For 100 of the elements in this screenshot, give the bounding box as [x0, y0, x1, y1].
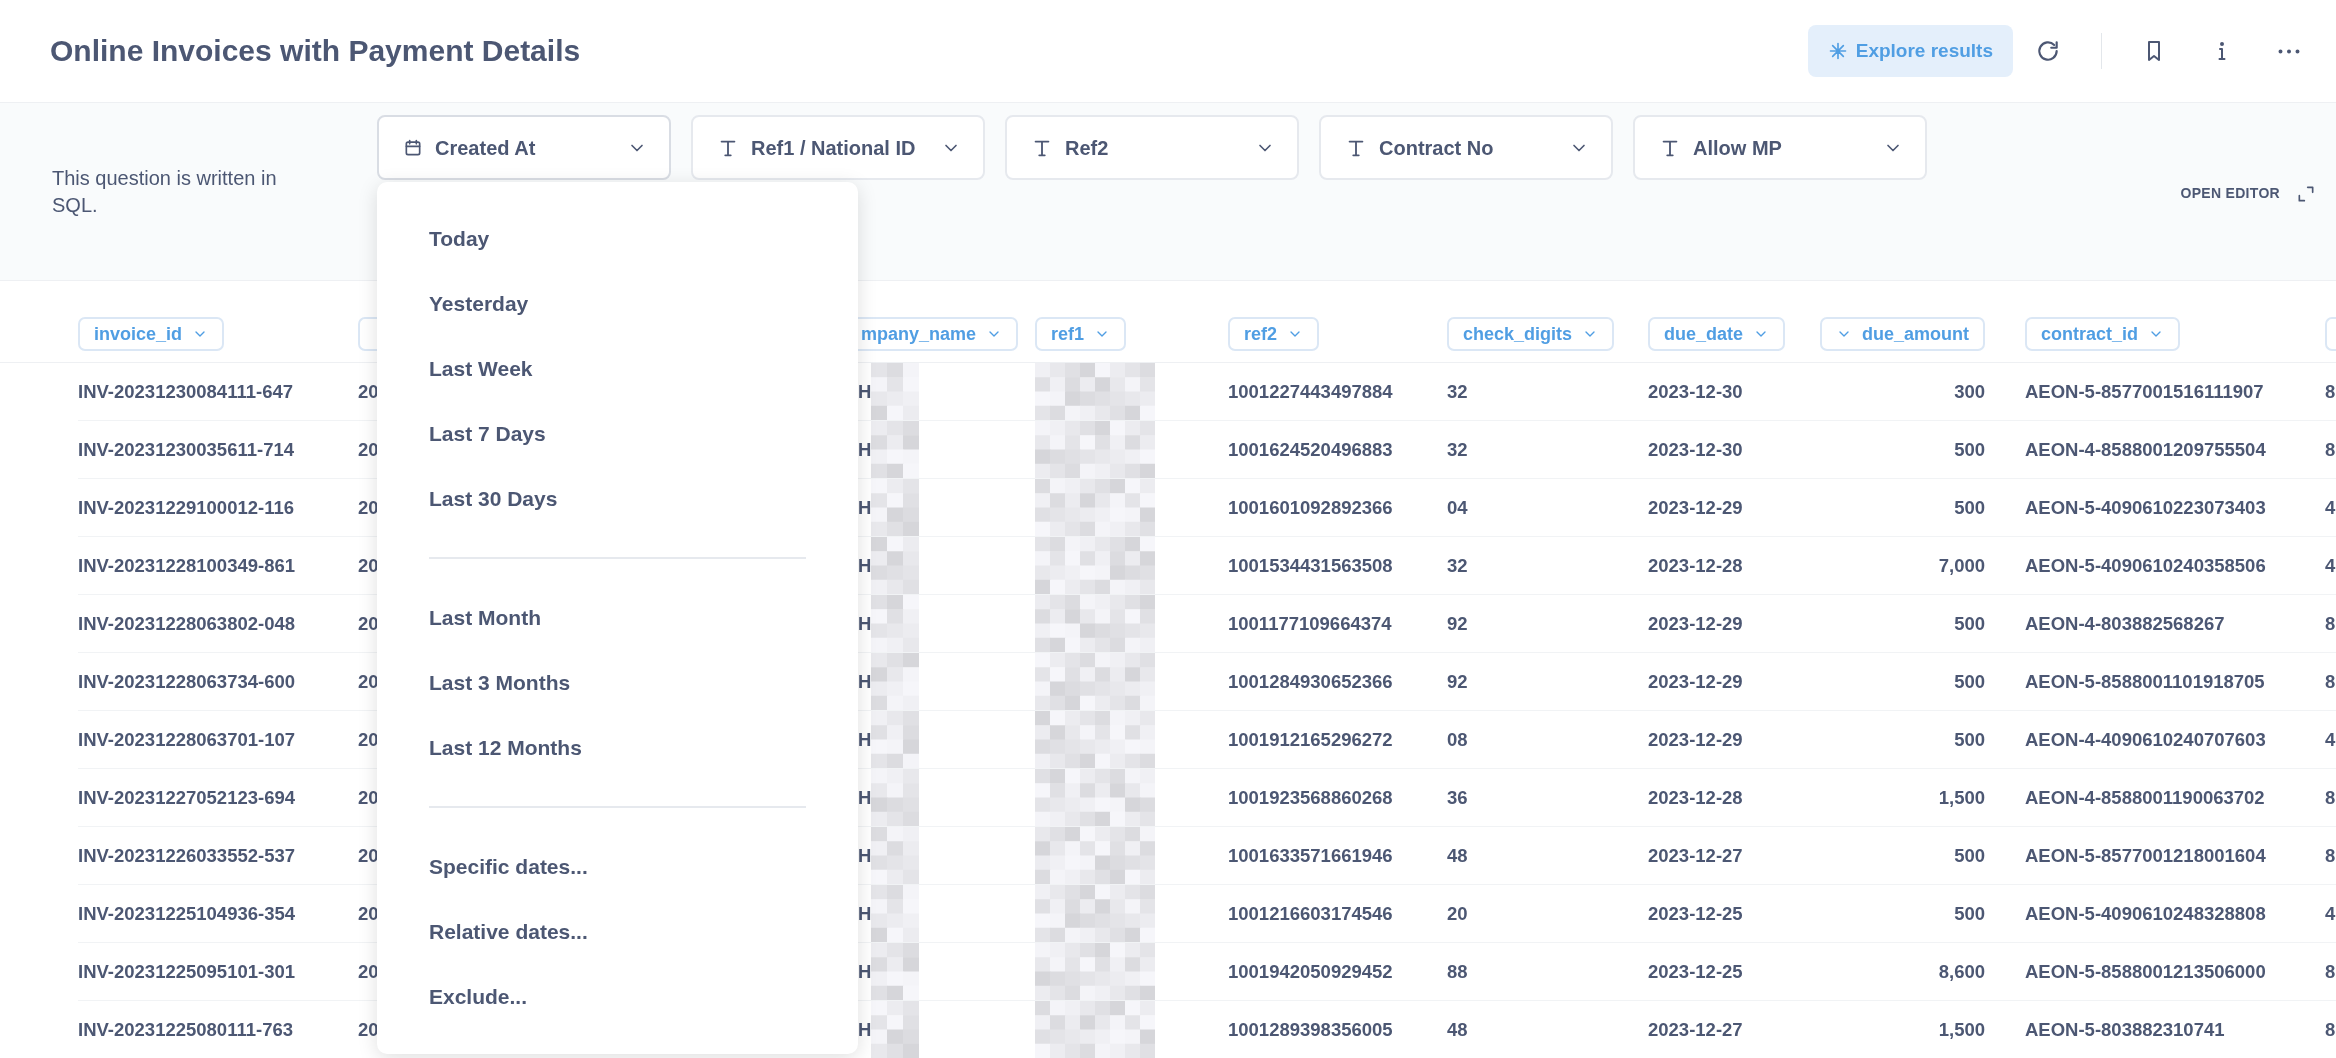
table-cell-text: 2023-12-29 — [1648, 727, 1743, 752]
table-cell-text: 1001942050929452 — [1228, 959, 1393, 984]
menu-option[interactable]: Last 7 Days — [377, 401, 858, 466]
sql-note: This question is written in SQL. — [52, 166, 278, 218]
table-cell-text: 1001289398356005 — [1228, 1017, 1393, 1042]
filter-dropdown[interactable]: Ref1 / National ID — [691, 115, 985, 180]
menu-option[interactable]: Last 3 Months — [377, 650, 858, 715]
menu-option[interactable]: Yesterday — [377, 271, 858, 336]
table-cell-text: 500 — [1954, 611, 1985, 636]
table-cell-text: 2023-12-25 — [1648, 901, 1743, 926]
table-cell-text: H — [858, 843, 872, 868]
menu-option[interactable]: Last Week — [377, 336, 858, 401]
table-cell-text: 7,000 — [1938, 553, 1985, 578]
table-cell-text: 1,500 — [1938, 785, 1985, 810]
table-cell-text: 8 — [2325, 669, 2336, 694]
menu-option[interactable]: Exclude... — [377, 964, 858, 1029]
menu-option[interactable]: Last Month — [377, 585, 858, 650]
table-cell-text: 2023-12-29 — [1648, 495, 1743, 520]
table-cell-text: 4 — [2325, 495, 2336, 520]
table-cell-text: 1001624520496883 — [1228, 437, 1393, 462]
table-cell-text: 20 — [1447, 901, 1468, 926]
filter-dropdown[interactable]: Created At — [377, 115, 671, 180]
table-cell-text: 8 — [2325, 437, 2336, 462]
table-cell-text: 2023-12-27 — [1648, 843, 1743, 868]
table-cell-text: 4 — [2325, 727, 2336, 752]
table-cell-text: AEON-5-803882310741 — [2025, 1017, 2225, 1042]
table-cell-text: 1001284930652366 — [1228, 669, 1393, 694]
more-icon — [2278, 48, 2300, 54]
table-cell-text: INV-20231226033552-537 — [78, 843, 296, 868]
table-cell-text: 20 — [358, 843, 379, 868]
table-cell-text: 20 — [358, 379, 379, 404]
table-cell-text: 2023-12-30 — [1648, 437, 1743, 462]
table-cell-text: 20 — [358, 495, 379, 520]
table-cell-text: 500 — [1954, 437, 1985, 462]
table-cell-text: 20 — [358, 1017, 379, 1042]
table-cell-text: 8,600 — [1938, 959, 1985, 984]
table-cell-text: 48 — [1447, 1017, 1468, 1042]
menu-option[interactable]: Last 30 Days — [377, 466, 858, 531]
table-cell-text: AEON-4-4090610240707603 — [2025, 727, 2266, 752]
table-cell-text: 8 — [2325, 611, 2336, 636]
table-cell-text: 2023-12-28 — [1648, 785, 1743, 810]
menu-option[interactable]: Specific dates... — [377, 834, 858, 899]
table-cell-text: H — [858, 553, 872, 578]
table-cell-text: AEON-5-4090610223073403 — [2025, 495, 2266, 520]
table-cell-text: 2023-12-28 — [1648, 553, 1743, 578]
table-cell-text: H — [858, 959, 872, 984]
table-cell-text: H — [858, 1017, 872, 1042]
table-cell-text: 300 — [1954, 379, 1985, 404]
table-cell-text: INV-20231228063802-048 — [78, 611, 296, 636]
table-cell-text: 8 — [2325, 959, 2336, 984]
sparkle-icon — [1827, 41, 1848, 61]
menu-option[interactable]: Last 12 Months — [377, 715, 858, 780]
table-cell-text: 20 — [358, 901, 379, 926]
menu-option[interactable]: Relative dates... — [377, 899, 858, 964]
table-cell-text: 32 — [1447, 553, 1468, 578]
table-cell-text: H — [858, 437, 872, 462]
table-cell-text: 1001534431563508 — [1228, 553, 1393, 578]
table-cell-text: AEON-5-4090610240358506 — [2025, 553, 2266, 578]
filter-dropdown[interactable]: Contract No — [1319, 115, 1613, 180]
table-cell-text: 500 — [1954, 669, 1985, 694]
table-cell-text: 4 — [2325, 901, 2336, 926]
table-cell-text: 08 — [1447, 727, 1468, 752]
table-cell-text: 48 — [1447, 843, 1468, 868]
table-cell-text: 92 — [1447, 669, 1468, 694]
filter-dropdown[interactable]: Ref2 — [1005, 115, 1299, 180]
table-cell-text: 500 — [1954, 727, 1985, 752]
table-cell-text: 2023-12-30 — [1648, 379, 1743, 404]
table-cell-text: 8 — [2325, 785, 2336, 810]
table-cell-text: 20 — [358, 611, 379, 636]
table-cell-text: 2023-12-29 — [1648, 611, 1743, 636]
table-cell-text: INV-20231230084111-647 — [78, 379, 293, 404]
table-cell-text: 8 — [2325, 379, 2336, 404]
table-cell-text: 2023-12-29 — [1648, 669, 1743, 694]
table-cell-text: AEON-5-4090610248328808 — [2025, 901, 2266, 926]
table-cell-text: H — [858, 727, 872, 752]
table-cell-text: 20 — [358, 959, 379, 984]
table-cell-text: 92 — [1447, 611, 1468, 636]
table-cell-text: 500 — [1954, 843, 1985, 868]
table-cell-text: 20 — [358, 669, 379, 694]
menu-option[interactable]: Today — [377, 206, 858, 271]
table-cell-text: 500 — [1954, 495, 1985, 520]
filter-dropdown[interactable]: Allow MP — [1633, 115, 1927, 180]
refresh-icon — [2035, 38, 2061, 64]
table-cell-text: 8 — [2325, 1017, 2336, 1042]
table-cell-text: 1001227443497884 — [1228, 379, 1393, 404]
table-cell-text: INV-20231225095101-301 — [78, 959, 296, 984]
table-cell-text: 20 — [358, 437, 379, 462]
table-cell-text: 2023-12-25 — [1648, 959, 1743, 984]
page-title: Online Invoices with Payment Details — [50, 33, 581, 69]
table-cell-text: 1001177109664374 — [1228, 611, 1392, 636]
open-editor-link[interactable]: OPEN EDITOR — [2180, 183, 2280, 204]
table-cell-text: 1001912165296272 — [1228, 727, 1393, 752]
table-cell-text: AEON-5-8588001101918705 — [2025, 669, 2265, 694]
table-cell-text: 20 — [358, 727, 379, 752]
table-cell-text: H — [858, 785, 872, 810]
table-cell-text: 32 — [1447, 437, 1468, 462]
table-cell-text: INV-20231225080111-763 — [78, 1017, 293, 1042]
table-cell-text: H — [858, 495, 872, 520]
table-cell-text: AEON-5-8577001516111907 — [2025, 379, 2264, 404]
table-cell-text: 32 — [1447, 379, 1468, 404]
